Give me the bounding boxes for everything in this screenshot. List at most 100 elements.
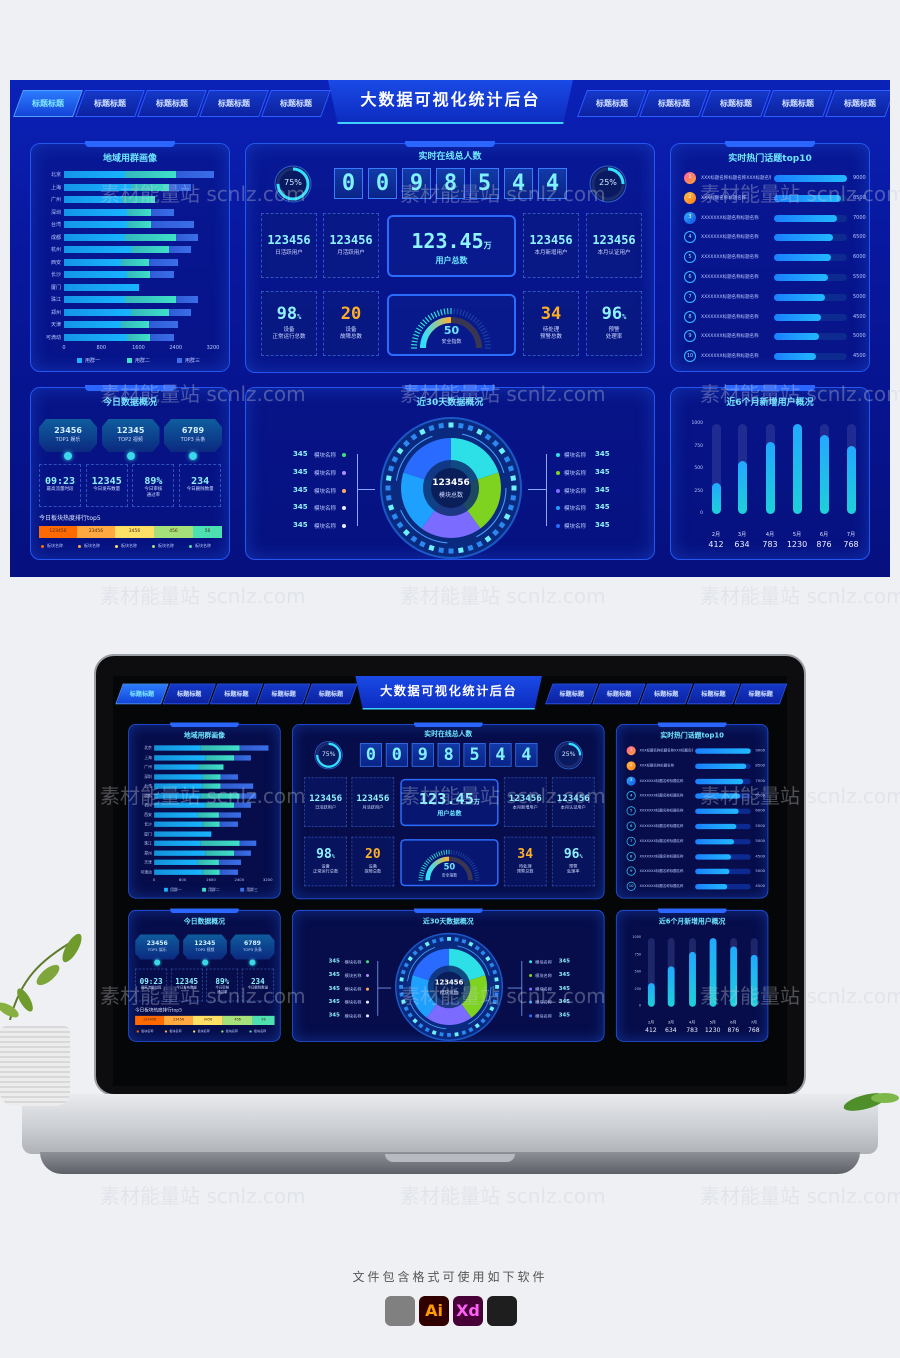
topic-name[interactable]: XXXXXXX标题名称标题名称 bbox=[640, 869, 693, 874]
rank-badge: 4 bbox=[684, 231, 696, 244]
topic-name[interactable]: XXX标题名称标题名称 bbox=[701, 195, 771, 201]
tab-label: 标题标题 bbox=[318, 690, 344, 698]
module-dot bbox=[556, 470, 560, 475]
top-card: 23456 TOP1 娱乐 bbox=[135, 934, 180, 960]
tab-left-4[interactable]: 标题标题 bbox=[199, 90, 269, 117]
page-title: 大数据可视化统计后台 bbox=[328, 80, 573, 124]
donut-center-label: 模块总数 bbox=[438, 492, 463, 499]
bar-segment bbox=[154, 812, 198, 818]
stat-value: 20 bbox=[352, 847, 393, 862]
topic-name[interactable]: XXXXXXX标题名称标题名称 bbox=[640, 884, 693, 889]
bar-segment bbox=[233, 802, 252, 808]
tab-right-4[interactable]: 标题标题 bbox=[763, 90, 833, 117]
bar bbox=[711, 483, 721, 514]
topic-name[interactable]: XXXXXXX标题名称标题名称 bbox=[640, 839, 693, 844]
bar-segment bbox=[124, 296, 176, 303]
tab-label: 标题标题 bbox=[156, 99, 188, 108]
tab-left-3[interactable]: 标题标题 bbox=[209, 683, 264, 705]
tab-right-2[interactable]: 标题标题 bbox=[639, 90, 709, 117]
topic-name[interactable]: XXX标题名称标题名称XXX标题名称标题名称XXX标 bbox=[640, 748, 693, 753]
watermark: 素材能量站 scnlz.com bbox=[100, 1184, 306, 1208]
legend-swatch bbox=[164, 887, 168, 892]
tab-left-1[interactable]: 标题标题 bbox=[115, 683, 169, 705]
tab-left-4[interactable]: 标题标题 bbox=[257, 683, 311, 705]
tab-left-1[interactable]: 标题标题 bbox=[13, 90, 83, 117]
bar-segment bbox=[205, 802, 234, 808]
top-label: TOP1 娱乐 bbox=[55, 437, 81, 443]
tab-label: 标题标题 bbox=[844, 99, 876, 108]
tab-right-5[interactable]: 标题标题 bbox=[734, 683, 787, 705]
topic-name[interactable]: XXX标题名称标题名称XXX标题名称标题名称XXX标 bbox=[701, 175, 771, 181]
topic-name[interactable]: XXXXXXX标题名称标题名称 bbox=[701, 294, 771, 300]
tab-left-2[interactable]: 标题标题 bbox=[75, 90, 145, 117]
tab-label: 标题标题 bbox=[177, 690, 202, 698]
stat-label: 预警 处理率 bbox=[566, 864, 580, 875]
module-name: 模块名称 bbox=[344, 987, 362, 992]
bar-segment bbox=[154, 783, 203, 789]
bar-segment bbox=[202, 773, 221, 780]
bar-segment bbox=[200, 745, 240, 751]
legend-dot bbox=[115, 545, 118, 548]
topic-name[interactable]: XXX标题名称标题名称 bbox=[640, 763, 693, 768]
tab-right-1[interactable]: 标题标题 bbox=[545, 683, 599, 705]
topic-value: 6500 bbox=[755, 793, 766, 799]
module-name: 模块名称 bbox=[535, 1014, 552, 1020]
stat-label: 预警 处理率 bbox=[605, 327, 623, 340]
sketch-icon bbox=[385, 1296, 415, 1326]
legend-label: 板块名称 bbox=[195, 543, 211, 548]
value: 96 bbox=[563, 846, 580, 862]
axis-tick: 1600 bbox=[206, 877, 216, 883]
module-value: 345 bbox=[328, 998, 340, 1005]
topic-name[interactable]: XXXXXXX标题名称标题名称 bbox=[701, 333, 771, 339]
tab-right-5[interactable]: 标题标题 bbox=[825, 90, 890, 117]
indicator-dot bbox=[249, 959, 256, 966]
bar-segment bbox=[121, 258, 150, 266]
topic-name[interactable]: XXXXXXX标题名称标题名称 bbox=[701, 215, 771, 221]
unit: % bbox=[297, 313, 302, 321]
tab-label: 标题标题 bbox=[271, 690, 296, 698]
tab-left-5[interactable]: 标题标题 bbox=[304, 683, 358, 705]
topic-name[interactable]: XXXXXXX标题名称标题名称 bbox=[701, 314, 771, 320]
value: 98 bbox=[276, 304, 298, 324]
topic-name[interactable]: XXXXXXX标题名称标题名称 bbox=[701, 274, 771, 280]
module-value: 345 bbox=[293, 485, 308, 494]
tab-left-3[interactable]: 标题标题 bbox=[137, 90, 207, 117]
tab-right-1[interactable]: 标题标题 bbox=[577, 90, 647, 117]
tab-right-3[interactable]: 标题标题 bbox=[639, 683, 693, 705]
axis-tick: 1600 bbox=[132, 345, 145, 351]
tab-label: 标题标题 bbox=[658, 99, 690, 108]
stat-card: 123456 日活跃用户 bbox=[261, 213, 317, 278]
topic-name[interactable]: XXXXXXX标题名称标题名称 bbox=[701, 254, 771, 260]
bar-fill bbox=[774, 293, 826, 301]
bar-segment bbox=[64, 246, 132, 253]
tab-right-2[interactable]: 标题标题 bbox=[592, 683, 646, 705]
stat-card: 34 待处理 预警总数 bbox=[523, 291, 579, 356]
watermark: 素材能量站 scnlz.com bbox=[400, 584, 606, 608]
topic-name[interactable]: XXXXXXX标题名称标题名称 bbox=[701, 353, 771, 359]
bar-fill bbox=[774, 194, 842, 202]
topic-name[interactable]: XXXXXXX标题名称标题名称 bbox=[640, 824, 693, 829]
panel-title: 实时在线总人数 bbox=[424, 730, 473, 739]
topic-name[interactable]: XXXXXXX标题名称标题名称 bbox=[640, 794, 693, 798]
rank-badge: 10 bbox=[684, 350, 696, 363]
top-label: TOP3 头条 bbox=[243, 948, 262, 953]
tab-right-3[interactable]: 标题标题 bbox=[701, 90, 771, 117]
module-value: 345 bbox=[328, 985, 340, 992]
tab-right-4[interactable]: 标题标题 bbox=[686, 683, 741, 705]
tab-left-5[interactable]: 标题标题 bbox=[261, 90, 331, 117]
bar-segment bbox=[220, 783, 254, 789]
bar bbox=[819, 434, 829, 514]
axis-tick: 2400 bbox=[169, 345, 183, 351]
module-value: 345 bbox=[558, 998, 570, 1005]
watermark: 素材能量站 scnlz.com bbox=[400, 1184, 606, 1208]
top-label: TOP1 娱乐 bbox=[147, 948, 167, 953]
stat-label: 今日审核 通过率 bbox=[215, 986, 230, 995]
topic-name[interactable]: XXXXXXX标题名称标题名称 bbox=[640, 809, 693, 813]
topic-name[interactable]: XXXXXXX标题名称标题名称 bbox=[640, 779, 693, 783]
topic-name[interactable]: XXXXXXX标题名称标题名称 bbox=[640, 854, 693, 859]
stat-label: 本月认证用户 bbox=[597, 250, 631, 256]
tab-left-2[interactable]: 标题标题 bbox=[162, 683, 216, 705]
topic-name[interactable]: XXXXXXX标题名称标题名称 bbox=[701, 234, 771, 240]
module-value: 345 bbox=[328, 957, 340, 965]
bar-segment bbox=[150, 208, 175, 216]
